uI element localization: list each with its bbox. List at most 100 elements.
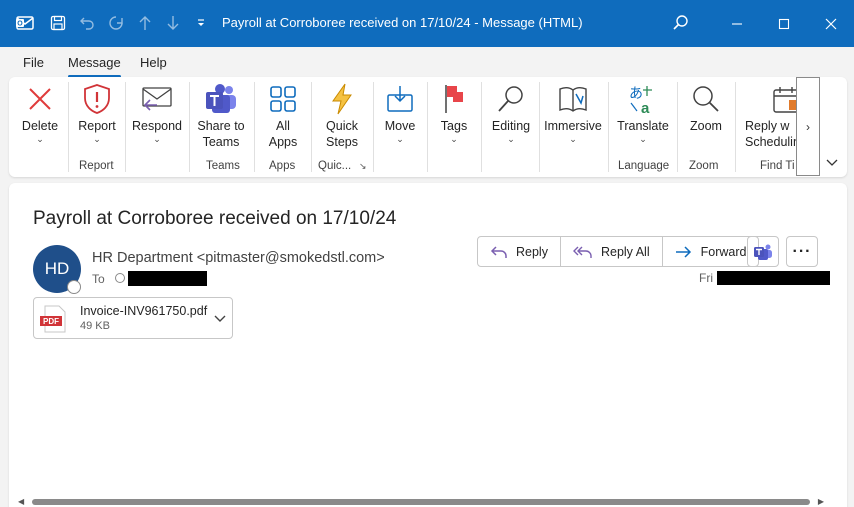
to-label: To — [92, 272, 105, 286]
dialog-launcher-icon[interactable]: ↘ — [359, 161, 367, 172]
zoom-magnifier-icon — [691, 82, 721, 116]
immersive-reader-icon — [557, 82, 589, 116]
respond-label: Respond — [131, 119, 183, 133]
ribbon-divider — [311, 82, 312, 172]
minimize-button[interactable] — [714, 0, 760, 47]
group-label-zoom: Zoom — [689, 160, 719, 172]
delete-button[interactable]: Delete ⌄ — [14, 77, 66, 177]
sender-address[interactable]: HR Department <pitmaster@smokedstl.com> — [92, 250, 385, 266]
attachment-size: 49 KB — [80, 320, 110, 332]
editing-label: Editing — [491, 119, 531, 133]
ribbon-divider — [427, 82, 428, 172]
delete-label: Delete — [21, 119, 59, 133]
message-subject: Payroll at Corroboree received on 17/10/… — [33, 208, 397, 229]
quick-access-customize-icon[interactable] — [190, 10, 212, 36]
reading-pane: Payroll at Corroboree received on 17/10/… — [9, 183, 847, 507]
move-button[interactable]: Move ⌄ — [377, 77, 423, 177]
chevron-down-icon: ⌄ — [396, 134, 404, 144]
undo-icon[interactable] — [74, 10, 100, 36]
group-label-language: Language — [618, 160, 670, 172]
teams-icon — [754, 244, 772, 260]
reply-all-label: Reply All — [600, 244, 650, 259]
respond-envelope-icon — [141, 82, 173, 116]
ribbon-divider — [735, 82, 736, 172]
svg-text:PDF: PDF — [43, 317, 59, 326]
window-title: Payroll at Corroboree received on 17/10/… — [222, 15, 583, 30]
ribbon-divider — [373, 82, 374, 172]
immersive-button[interactable]: Immersive ⌄ — [542, 77, 604, 177]
menu-bar: File Message Help — [0, 47, 854, 78]
svg-text:あ: あ — [629, 85, 643, 101]
ribbon-collapse-button[interactable] — [826, 156, 838, 170]
attachment-name: Invoice-INV961750.pdf — [80, 304, 208, 318]
redo-icon[interactable] — [103, 10, 129, 36]
move-label: Move — [384, 119, 416, 133]
redacted-recipient — [128, 271, 207, 286]
move-folder-icon — [385, 82, 415, 116]
more-icon: ··· — [792, 242, 812, 260]
ribbon: Delete ⌄ Report ⌄ Report Respond ⌄ Share… — [9, 77, 847, 177]
ribbon-divider — [125, 82, 126, 172]
reply-all-arrow-icon — [572, 246, 592, 258]
ribbon-scroll-right-button[interactable]: › — [796, 77, 820, 176]
chevron-right-icon: › — [806, 119, 810, 134]
outlook-app-icon: O — [12, 10, 38, 36]
attachment-menu-chevron-icon[interactable] — [214, 310, 226, 328]
report-label: Report — [78, 119, 116, 133]
title-bar: O Payroll at Corroboree received on 17/1… — [0, 0, 854, 47]
translate-label: Translate — [617, 119, 669, 133]
svg-text:a: a — [641, 100, 650, 115]
reply-label: Reply — [516, 244, 548, 259]
menu-help[interactable]: Help — [140, 55, 167, 70]
chevron-down-icon: ⌄ — [36, 134, 44, 144]
date-day-label: Fri — [699, 271, 713, 285]
horizontal-scrollbar[interactable]: ◀ ▶ — [18, 497, 824, 507]
close-button[interactable] — [808, 0, 854, 47]
translate-icon: あa — [627, 82, 659, 116]
quick-steps-label: Quick Steps — [326, 119, 358, 149]
attachment-card[interactable]: PDF Invoice-INV961750.pdf 49 KB — [33, 297, 233, 339]
maximize-button[interactable] — [761, 0, 807, 47]
tags-button[interactable]: Tags ⌄ — [431, 77, 477, 177]
ribbon-divider — [189, 82, 190, 172]
message-actions: Reply Reply All Forward — [477, 236, 760, 267]
ribbon-divider — [254, 82, 255, 172]
apps-grid-icon — [268, 82, 298, 116]
all-apps-label: All Apps — [268, 119, 298, 149]
chevron-down-icon: ⌄ — [639, 134, 647, 144]
reply-all-button[interactable]: Reply All — [561, 237, 663, 266]
previous-item-icon[interactable] — [132, 10, 158, 36]
chevron-down-icon: ⌄ — [153, 134, 161, 144]
search-icon — [496, 82, 526, 116]
presence-status-icon — [67, 280, 81, 294]
save-icon[interactable] — [45, 10, 71, 36]
group-label-apps: Apps — [269, 160, 296, 172]
ribbon-divider — [677, 82, 678, 172]
more-actions-button[interactable]: ··· — [786, 236, 818, 267]
reply-button[interactable]: Reply — [478, 237, 561, 266]
reply-arrow-icon — [490, 245, 507, 258]
editing-button[interactable]: Editing ⌄ — [485, 77, 537, 177]
lightning-icon — [329, 82, 355, 116]
scroll-right-icon[interactable]: ▶ — [818, 497, 824, 506]
forward-button[interactable]: Forward — [663, 237, 759, 266]
group-label-report: Report — [79, 160, 114, 172]
share-to-teams-small-button[interactable] — [747, 236, 779, 267]
share-to-teams-label: Share to Teams — [197, 119, 245, 149]
ribbon-divider — [481, 82, 482, 172]
next-item-icon[interactable] — [160, 10, 186, 36]
ribbon-divider — [68, 82, 69, 172]
chevron-down-icon — [826, 159, 838, 166]
scroll-left-icon[interactable]: ◀ — [18, 497, 24, 506]
forward-label: Forward — [700, 244, 747, 259]
menu-file[interactable]: File — [23, 55, 44, 70]
delete-icon — [26, 82, 54, 116]
search-icon[interactable] — [668, 10, 694, 36]
respond-button[interactable]: Respond ⌄ — [129, 77, 185, 177]
menu-message[interactable]: Message — [68, 55, 121, 78]
chevron-down-icon: ⌄ — [569, 134, 577, 144]
scrollbar-thumb[interactable] — [32, 499, 810, 505]
recipient-presence-icon — [115, 273, 125, 283]
report-shield-icon — [82, 82, 112, 116]
tags-label: Tags — [440, 119, 468, 133]
